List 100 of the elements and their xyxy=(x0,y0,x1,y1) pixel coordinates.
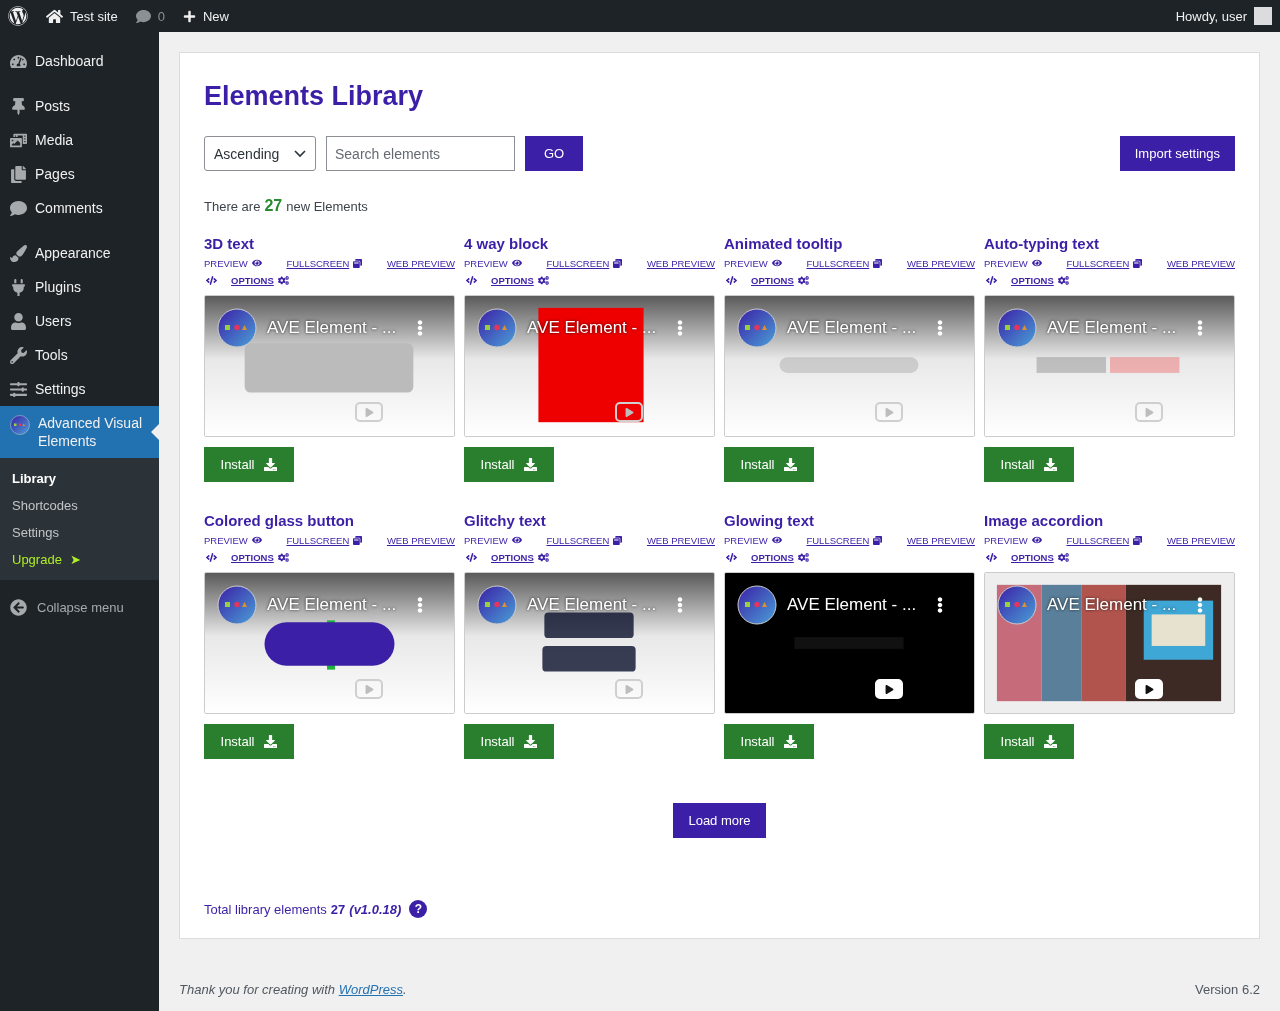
search-field[interactable]: Search elements xyxy=(326,136,515,171)
web-preview-link[interactable]: WEB PREVIEW xyxy=(646,257,715,269)
preview-link[interactable]: PREVIEW xyxy=(204,534,262,546)
gears-icon xyxy=(1057,274,1069,286)
options-link[interactable]: OPTIONS xyxy=(1011,274,1069,286)
install-button[interactable]: Install xyxy=(984,724,1074,759)
submenu-item[interactable]: Shortcodes xyxy=(0,492,159,519)
eye-icon xyxy=(251,535,262,545)
preview-link[interactable]: PREVIEW xyxy=(724,534,782,546)
submenu-item[interactable]: Library xyxy=(0,465,159,492)
options-link[interactable]: OPTIONS xyxy=(1011,551,1069,563)
fullscreen-link[interactable]: FULLSCREEN xyxy=(806,534,883,546)
menu-icon xyxy=(10,346,27,364)
menu-icon xyxy=(10,165,27,183)
fullscreen-link[interactable]: FULLSCREEN xyxy=(286,257,363,269)
menu-item[interactable]: Advanced Visual Elements xyxy=(0,406,159,458)
install-button[interactable]: Install xyxy=(984,447,1074,482)
submenu-item[interactable]: Settings xyxy=(0,519,159,546)
preview-link[interactable]: PREVIEW xyxy=(204,257,262,269)
web-preview-link[interactable]: WEB PREVIEW xyxy=(1166,257,1235,269)
preview-link[interactable]: PREVIEW xyxy=(464,257,522,269)
menu-item[interactable]: Comments xyxy=(0,191,159,225)
preview-link[interactable]: PREVIEW xyxy=(464,534,522,546)
video-title: AVE Element - ... xyxy=(267,595,397,615)
fullscreen-link[interactable]: FULLSCREEN xyxy=(546,257,623,269)
options-link[interactable]: OPTIONS xyxy=(491,274,549,286)
download-icon xyxy=(524,735,538,748)
options-link[interactable]: OPTIONS xyxy=(751,274,809,286)
install-button[interactable]: Install xyxy=(204,724,294,759)
wordpress-link[interactable]: WordPress xyxy=(338,982,403,997)
menu-item[interactable]: Appearance xyxy=(0,236,159,270)
preview-link[interactable]: PREVIEW xyxy=(984,257,1042,269)
video-title: AVE Element - ... xyxy=(1047,318,1177,338)
submenu-item[interactable]: Upgrade ➤ xyxy=(0,546,159,573)
install-button[interactable]: Install xyxy=(724,447,814,482)
menu-item[interactable]: Plugins xyxy=(0,270,159,304)
collapse-menu-button[interactable]: Collapse menu xyxy=(0,591,159,624)
code-icon[interactable] xyxy=(726,551,737,563)
install-button[interactable]: Install xyxy=(204,447,294,482)
wordpress-logo-icon[interactable] xyxy=(8,6,28,26)
video-player[interactable]: AVE Element - ... xyxy=(724,572,975,714)
web-preview-link[interactable]: WEB PREVIEW xyxy=(906,257,975,269)
options-link[interactable]: OPTIONS xyxy=(231,274,289,286)
sort-select[interactable]: Ascending xyxy=(204,136,316,171)
menu-item[interactable]: Media xyxy=(0,123,159,157)
fullscreen-link[interactable]: FULLSCREEN xyxy=(1066,257,1143,269)
menu-item[interactable]: Users xyxy=(0,304,159,338)
options-link[interactable]: OPTIONS xyxy=(751,551,809,563)
comment-count[interactable]: 0 xyxy=(157,8,165,24)
install-button[interactable]: Install xyxy=(464,724,554,759)
new-link[interactable]: New xyxy=(202,8,229,24)
play-glyph xyxy=(884,684,894,694)
download-icon xyxy=(1044,458,1058,471)
menu-item[interactable]: Pages xyxy=(0,157,159,191)
fullscreen-link[interactable]: FULLSCREEN xyxy=(1066,534,1143,546)
play-glyph xyxy=(624,407,634,417)
code-icon[interactable] xyxy=(986,551,997,563)
plus-icon[interactable] xyxy=(182,9,196,23)
code-icon[interactable] xyxy=(726,274,737,286)
web-preview-link[interactable]: WEB PREVIEW xyxy=(906,534,975,546)
home-icon[interactable] xyxy=(46,7,63,25)
options-link[interactable]: OPTIONS xyxy=(231,551,289,563)
windows-icon xyxy=(613,258,623,268)
gears-icon xyxy=(1057,551,1069,563)
gears-icon xyxy=(537,551,549,563)
code-icon[interactable] xyxy=(206,274,217,286)
web-preview-link[interactable]: WEB PREVIEW xyxy=(646,534,715,546)
chevron-down-icon xyxy=(294,149,306,158)
code-icon[interactable] xyxy=(466,274,477,286)
play-glyph xyxy=(884,407,894,417)
menu-item[interactable]: Settings xyxy=(0,372,159,406)
help-icon[interactable]: ? xyxy=(409,900,428,918)
code-glyph xyxy=(986,274,997,286)
import-settings-button[interactable]: Import settings xyxy=(1119,136,1235,171)
comment-icon[interactable] xyxy=(135,8,151,24)
fullscreen-link[interactable]: FULLSCREEN xyxy=(286,534,363,546)
element-title: Animated tooltip xyxy=(724,235,844,253)
element-title: 4 way block xyxy=(464,235,550,253)
site-link[interactable]: Test site xyxy=(70,8,118,24)
go-button[interactable]: GO xyxy=(525,136,584,171)
preview-link[interactable]: PREVIEW xyxy=(984,534,1042,546)
menu-item[interactable]: Posts xyxy=(0,89,159,123)
web-preview-link[interactable]: WEB PREVIEW xyxy=(386,257,455,269)
load-more-button[interactable]: Load more xyxy=(673,803,766,838)
windows-icon xyxy=(353,535,363,545)
code-icon[interactable] xyxy=(986,274,997,286)
options-link[interactable]: OPTIONS xyxy=(491,551,549,563)
fullscreen-link[interactable]: FULLSCREEN xyxy=(546,534,623,546)
code-icon[interactable] xyxy=(466,551,477,563)
install-button[interactable]: Install xyxy=(464,447,554,482)
version-label: (v1.0.18) xyxy=(349,901,402,917)
preview-link[interactable]: PREVIEW xyxy=(724,257,782,269)
menu-item[interactable]: Dashboard xyxy=(0,44,159,78)
greeting[interactable]: Howdy, user xyxy=(1175,8,1247,24)
web-preview-link[interactable]: WEB PREVIEW xyxy=(386,534,455,546)
web-preview-link[interactable]: WEB PREVIEW xyxy=(1166,534,1235,546)
install-button[interactable]: Install xyxy=(724,724,814,759)
menu-item[interactable]: Tools xyxy=(0,338,159,372)
code-icon[interactable] xyxy=(206,551,217,563)
fullscreen-link[interactable]: FULLSCREEN xyxy=(806,257,883,269)
